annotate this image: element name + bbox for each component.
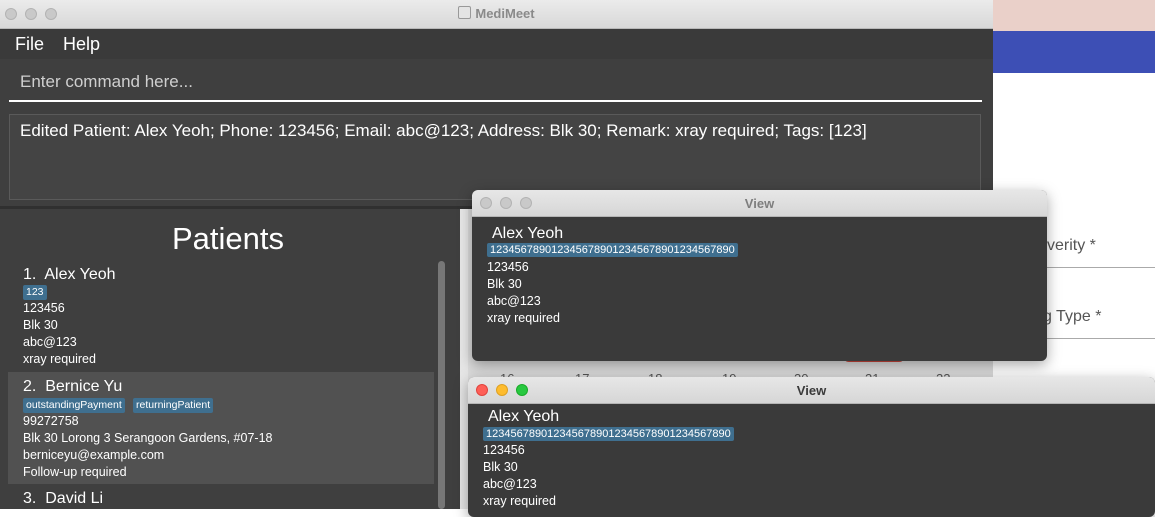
type-field-underline bbox=[1033, 338, 1155, 339]
menubar: File Help bbox=[0, 29, 993, 59]
patient-name: 3. David Li bbox=[23, 490, 103, 508]
window-title-text: MediMeet bbox=[475, 6, 535, 21]
menu-help[interactable]: Help bbox=[63, 34, 100, 55]
type-field-label[interactable]: g Type * bbox=[1043, 308, 1101, 326]
view-titlebar[interactable]: View bbox=[468, 377, 1155, 404]
view-window: View Alex Yeoh 1234567890123456789012345… bbox=[472, 190, 1047, 361]
app-icon bbox=[458, 6, 472, 19]
result-text: Edited Patient: Alex Yeoh; Phone: 123456… bbox=[20, 121, 867, 140]
patient-index: 2. bbox=[23, 378, 37, 395]
background-window-header-strip bbox=[993, 0, 1155, 31]
main-titlebar[interactable]: MediMeet bbox=[0, 0, 993, 29]
patient-card[interactable]: 2. Bernice Yu outstandingPayment returni… bbox=[8, 372, 434, 484]
view-patient-address: Blk 30 bbox=[487, 277, 522, 291]
view-patient-remark: xray required bbox=[487, 311, 560, 325]
patient-email: berniceyu@example.com bbox=[23, 448, 165, 462]
patient-index: 1. bbox=[23, 266, 37, 283]
patient-email: abc@123 bbox=[23, 335, 77, 349]
patient-name-text: Bernice Yu bbox=[45, 378, 123, 395]
patient-phone: 123456 bbox=[23, 301, 65, 315]
command-box bbox=[9, 66, 982, 102]
result-display: Edited Patient: Alex Yeoh; Phone: 123456… bbox=[9, 114, 981, 200]
patient-card[interactable]: 1. Alex Yeoh 123 123456 Blk 30 abc@123 x… bbox=[8, 260, 434, 372]
menu-file[interactable]: File bbox=[15, 34, 44, 55]
view-patient-phone: 123456 bbox=[483, 443, 525, 457]
patient-address: Blk 30 bbox=[23, 318, 58, 332]
patient-list-scrollbar-thumb[interactable] bbox=[438, 261, 445, 509]
background-window-toolbar bbox=[993, 31, 1155, 73]
window-title: MediMeet bbox=[0, 6, 993, 21]
view-title: View bbox=[796, 383, 827, 398]
view-patient-name: Alex Yeoh bbox=[488, 408, 560, 425]
view-patient-tag: 1234567890123456789012345678901234567890 bbox=[487, 243, 738, 257]
patient-name: 2. Bernice Yu bbox=[23, 378, 122, 396]
patient-phone: 99272758 bbox=[23, 414, 79, 428]
patients-heading: Patients bbox=[171, 221, 284, 256]
view-patient-phone: 123456 bbox=[487, 260, 529, 274]
patient-index: 3. bbox=[23, 490, 37, 507]
patient-list-panel: Patients 1. Alex Yeoh 123 123456 Blk 30 … bbox=[0, 209, 460, 509]
command-input[interactable] bbox=[9, 66, 982, 98]
view-patient-remark: xray required bbox=[483, 494, 556, 508]
patient-tag: returningPatient bbox=[133, 398, 214, 413]
view-titlebar[interactable]: View bbox=[472, 190, 1047, 217]
patient-name-text: David Li bbox=[45, 490, 104, 507]
patient-remark: xray required bbox=[23, 352, 96, 366]
patient-remark: Follow-up required bbox=[23, 465, 127, 479]
view-patient-address: Blk 30 bbox=[483, 460, 518, 474]
view-window-active: View Alex Yeoh 1234567890123456789012345… bbox=[468, 377, 1155, 517]
view-patient-tag: 1234567890123456789012345678901234567890 bbox=[483, 427, 734, 441]
view-patient-email: abc@123 bbox=[487, 294, 541, 308]
view-title: View bbox=[744, 196, 775, 211]
patient-tag: 123 bbox=[23, 285, 47, 300]
patient-name-text: Alex Yeoh bbox=[44, 266, 116, 283]
patient-tag: outstandingPayment bbox=[23, 398, 125, 413]
view-patient-email: abc@123 bbox=[483, 477, 537, 491]
patient-name: 1. Alex Yeoh bbox=[23, 266, 116, 284]
view-patient-name: Alex Yeoh bbox=[492, 225, 564, 242]
patient-address: Blk 30 Lorong 3 Serangoon Gardens, #07-1… bbox=[23, 431, 273, 445]
severity-field-underline bbox=[1033, 267, 1155, 268]
patient-card[interactable]: 3. David Li bbox=[8, 484, 434, 509]
severity-field-label[interactable]: verity * bbox=[1047, 237, 1096, 255]
